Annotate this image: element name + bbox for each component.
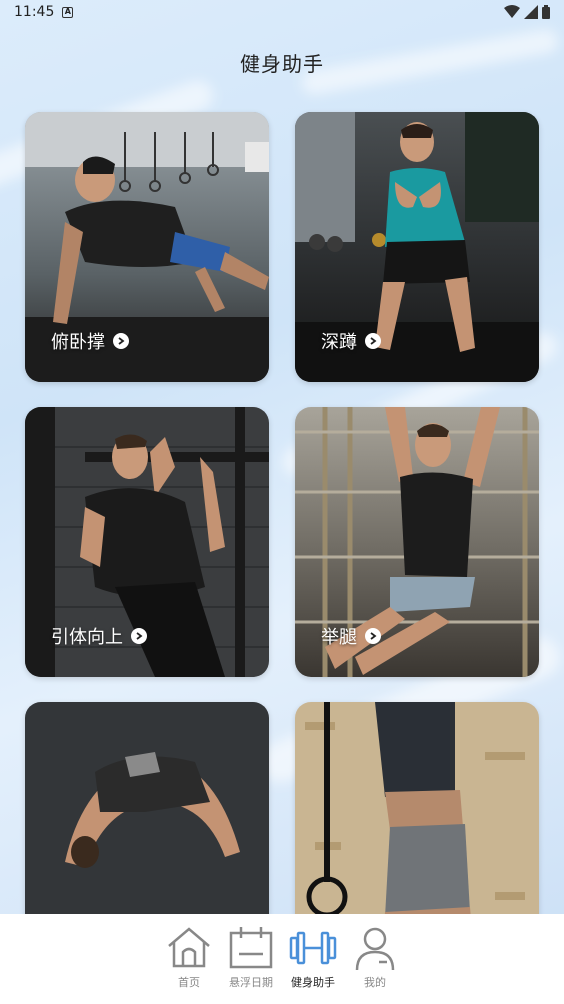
nav-label: 首页	[178, 976, 200, 989]
battery-icon	[542, 5, 550, 19]
notification-icon: A	[62, 6, 74, 18]
status-time: 11:45	[14, 4, 55, 20]
bottom-nav: 首页 悬浮日期 健身助手 我的	[0, 914, 564, 1004]
exercise-card-squat[interactable]: 深蹲	[295, 112, 539, 382]
exercise-card-pullup[interactable]: 引体向上	[25, 407, 269, 677]
signal-icon	[524, 5, 538, 19]
page-title: 健身助手	[240, 52, 324, 76]
card-label-pushup: 俯卧撑	[51, 328, 129, 354]
wifi-icon	[504, 5, 520, 18]
exercise-card-leg-raise[interactable]: 举腿	[295, 407, 539, 677]
card-label-pullup: 引体向上	[51, 623, 147, 649]
nav-item-mine[interactable]: 我的	[349, 924, 401, 1004]
nav-item-floating-date[interactable]: 悬浮日期	[225, 924, 277, 1004]
card-title: 举腿	[321, 627, 357, 648]
calendar-icon	[229, 927, 273, 969]
nav-label: 我的	[364, 976, 386, 989]
card-title: 深蹲	[321, 332, 357, 353]
card-title: 引体向上	[51, 627, 123, 648]
dumbbell-icon	[289, 931, 337, 965]
nav-label: 悬浮日期	[229, 976, 273, 989]
nav-label: 健身助手	[291, 976, 335, 989]
chevron-right-icon	[113, 333, 129, 349]
card-title: 俯卧撑	[51, 332, 105, 353]
status-bar: 11:45 A	[0, 0, 564, 24]
exercise-card-pushup[interactable]: 俯卧撑	[25, 112, 269, 382]
home-icon	[168, 927, 210, 968]
chevron-right-icon	[131, 628, 147, 644]
card-label-leg-raise: 举腿	[321, 623, 381, 649]
card-label-squat: 深蹲	[321, 328, 381, 354]
chevron-right-icon	[365, 628, 381, 644]
nav-item-fitness-assistant[interactable]: 健身助手	[287, 924, 339, 1004]
chevron-right-icon	[365, 333, 381, 349]
nav-item-home[interactable]: 首页	[163, 924, 215, 1004]
user-icon	[355, 927, 395, 971]
